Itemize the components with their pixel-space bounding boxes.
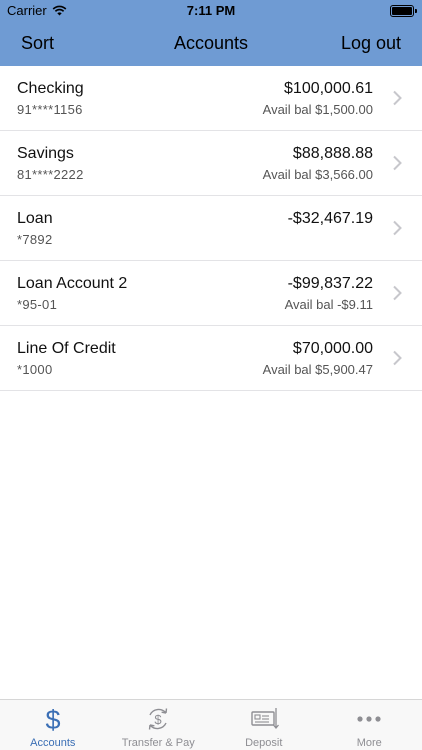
available-balance: Avail bal -$9.11 [284,297,373,312]
account-name: Loan [17,210,53,227]
account-row-checking[interactable]: Checking 91****1156 $100,000.61 Avail ba… [0,66,422,131]
account-number: *1000 [17,362,53,377]
svg-text:$: $ [45,705,60,733]
account-balance: -$99,837.22 [287,275,373,292]
battery-nub [415,9,417,13]
tab-label: More [356,737,382,749]
battery-icon [390,5,417,17]
chevron-right-icon [393,350,402,366]
account-balance: $70,000.00 [292,340,373,357]
tab-accounts[interactable]: $ Accounts [0,700,106,750]
chevron-right-icon [393,285,402,301]
chevron-right-icon [393,90,402,106]
tab-transfer-pay[interactable]: $ Transfer & Pay [106,700,212,750]
available-balance: Avail bal $3,566.00 [262,167,373,182]
available-balance: Avail bal $5,900.47 [262,362,373,377]
account-number: *7892 [17,232,53,247]
logout-button[interactable]: Log out [341,33,401,54]
account-number: 81****2222 [17,167,84,182]
account-row-loan-account-2[interactable]: Loan Account 2 *95-01 -$99,837.22 Avail … [0,261,422,326]
tab-bar: $ Accounts $ Transfer & Pay Deposit More [0,699,422,750]
account-balance: $88,888.88 [292,145,373,162]
chevron-right-icon [393,220,402,236]
tab-deposit[interactable]: Deposit [211,700,317,750]
transfer-icon: $ [149,708,168,730]
tab-label: Transfer & Pay [121,737,195,749]
status-time: 7:11 PM [186,3,236,18]
account-row-line-of-credit[interactable]: Line Of Credit *1000 $70,000.00 Avail ba… [0,326,422,391]
tab-more[interactable]: More [317,700,422,750]
tab-label: Accounts [30,737,76,749]
account-number: 91****1156 [17,102,83,117]
account-list: Checking 91****1156 $100,000.61 Avail ba… [0,66,422,391]
account-row-savings[interactable]: Savings 81****2222 $88,888.88 Avail bal … [0,131,422,196]
svg-text:$: $ [155,712,163,727]
account-balance: $100,000.61 [284,80,373,97]
account-name: Loan Account 2 [17,275,128,292]
account-name: Line Of Credit [17,340,116,357]
account-row-loan[interactable]: Loan *7892 -$32,467.19 [0,196,422,261]
dollar-icon: $ [45,705,60,733]
account-name: Checking [17,80,84,97]
account-number: *95-01 [17,297,58,312]
chevron-right-icon [393,155,402,171]
account-balance: -$32,467.19 [287,210,373,227]
status-bar: Carrier 7:11 PM [0,0,422,22]
more-icon [357,716,381,722]
tab-label: Deposit [245,737,283,749]
nav-bar: Sort Accounts Log out [0,22,422,66]
account-name: Savings [17,145,74,162]
available-balance: Avail bal $1,500.00 [262,102,373,117]
check-deposit-icon [251,708,279,730]
battery-fill [392,7,412,15]
